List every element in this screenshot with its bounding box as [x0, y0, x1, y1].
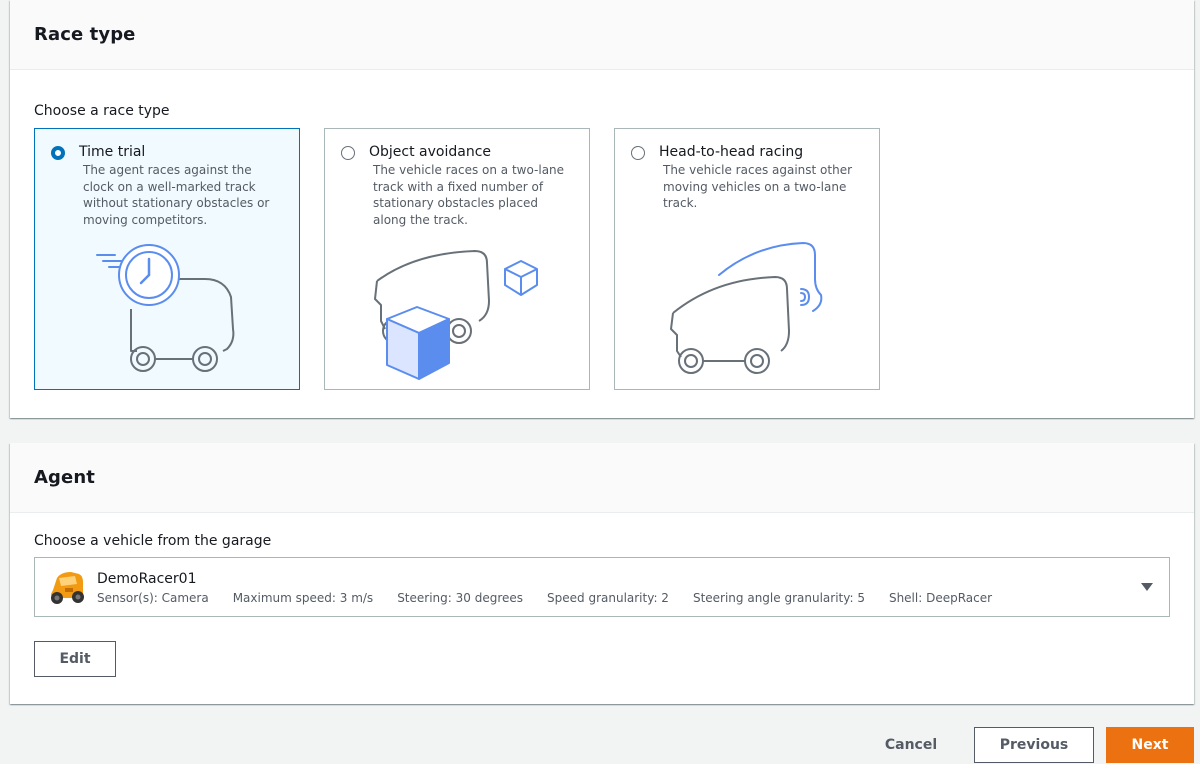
- race-option-description: The vehicle races against other moving v…: [663, 163, 853, 210]
- vehicle-spec-sensors: Sensor(s): Camera: [97, 590, 209, 605]
- vehicle-specs: Sensor(s): Camera Maximum speed: 3 m/s S…: [97, 591, 992, 605]
- race-type-panel: Race type Choose a race type Time trial …: [10, 0, 1194, 418]
- agent-title: Agent: [34, 467, 95, 488]
- next-button[interactable]: Next: [1106, 727, 1194, 763]
- race-type-prompt: Choose a race type: [34, 103, 170, 119]
- head-to-head-radio[interactable]: [631, 146, 645, 160]
- race-type-title: Race type: [34, 24, 136, 45]
- vehicle-spec-steering-granularity: Steering angle granularity: 5: [692, 590, 865, 605]
- race-option-title: Object avoidance: [369, 144, 492, 160]
- race-type-header: Race type: [10, 0, 1194, 70]
- edit-button[interactable]: Edit: [34, 641, 116, 677]
- agent-header: Agent: [10, 443, 1194, 513]
- time-trial-illustration-icon: [96, 244, 235, 372]
- vehicle-spec-steering: Steering: 30 degrees: [397, 590, 524, 605]
- vehicle-thumbnail-icon: [51, 572, 84, 604]
- agent-body: Choose a vehicle from the garage DemoRac…: [10, 513, 1194, 701]
- vehicle-name: DemoRacer01: [97, 570, 197, 587]
- object-avoidance-illustration-icon: [374, 250, 538, 380]
- race-option-title: Head-to-head racing: [659, 144, 804, 160]
- vehicle-spec-shell: Shell: DeepRacer: [888, 590, 993, 605]
- head-to-head-illustration-icon: [670, 242, 823, 374]
- race-option-time-trial[interactable]: Time trial The agent races against the c…: [34, 128, 300, 390]
- caret-down-icon[interactable]: [1140, 582, 1154, 592]
- previous-button[interactable]: Previous: [974, 727, 1094, 763]
- race-option-title: Time trial: [79, 144, 146, 160]
- vehicle-prompt: Choose a vehicle from the garage: [34, 533, 272, 549]
- time-trial-radio[interactable]: [51, 146, 65, 160]
- object-avoidance-radio[interactable]: [341, 146, 355, 160]
- race-type-body: Choose a race type Time trial The agent …: [10, 70, 1194, 414]
- vehicle-select[interactable]: DemoRacer01 Sensor(s): Camera Maximum sp…: [34, 557, 1170, 617]
- race-option-description: The agent races against the clock on a w…: [83, 163, 270, 227]
- vehicle-info: DemoRacer01 Sensor(s): Camera Maximum sp…: [97, 570, 992, 605]
- race-option-header: Head-to-head racing: [631, 143, 863, 163]
- race-option-head-to-head[interactable]: Head-to-head racing The vehicle races ag…: [614, 128, 880, 390]
- vehicle-spec-speed-granularity: Speed granularity: 2: [547, 590, 669, 605]
- vehicle-spec-max-speed: Maximum speed: 3 m/s: [232, 590, 374, 605]
- race-option-description: The vehicle races on a two-lane track wi…: [373, 163, 565, 227]
- race-option-object-avoidance[interactable]: Object avoidance The vehicle races on a …: [324, 128, 590, 390]
- race-type-options: Time trial The agent races against the c…: [34, 128, 1170, 390]
- agent-panel: Agent Choose a vehicle from the garage D…: [10, 443, 1194, 704]
- race-option-header: Time trial: [51, 143, 283, 163]
- cancel-button[interactable]: Cancel: [872, 727, 950, 763]
- race-option-header: Object avoidance: [341, 143, 573, 163]
